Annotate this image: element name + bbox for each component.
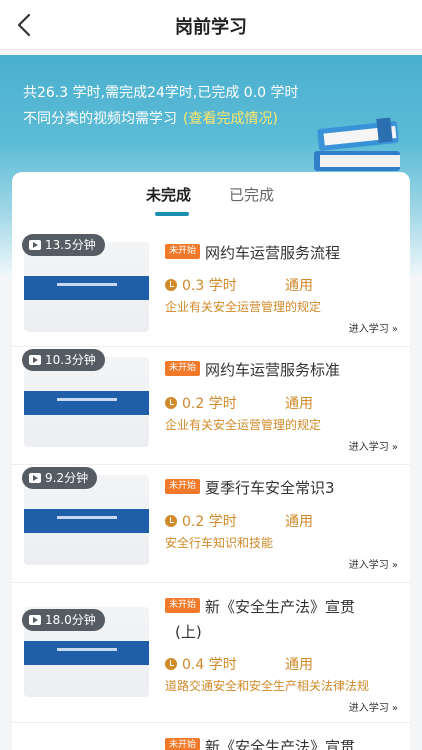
video-icon bbox=[29, 240, 41, 250]
course-description: 企业有关安全运营管理的规定 bbox=[165, 418, 322, 432]
course-item[interactable]: 18.0分钟 未开始 新《安全生产法》宣贯 (上) 0.4 学时 通用 道路交通… bbox=[12, 583, 410, 723]
navbar: 岗前学习 bbox=[0, 0, 422, 50]
enter-study-link[interactable]: 进入学习 » bbox=[349, 438, 398, 453]
duration-badge: 18.0分钟 bbox=[22, 609, 105, 631]
enter-study-link[interactable]: 进入学习 » bbox=[349, 556, 398, 571]
course-description: 道路交通安全和安全生产相关法律法规 bbox=[165, 679, 370, 693]
clock-icon bbox=[165, 658, 177, 670]
status-badge: 未开始 bbox=[165, 361, 201, 376]
view-completion-link[interactable]: (查看完成情况) bbox=[183, 111, 278, 127]
course-item[interactable]: 9.2分钟 未开始 夏季行车安全常识3 0.2 学时 通用 安全行车知识和技能 … bbox=[12, 465, 410, 583]
books-illustration-icon bbox=[314, 117, 400, 171]
course-hours: 0.2 学时 bbox=[165, 393, 237, 413]
tab-incomplete[interactable]: 未完成 bbox=[146, 184, 191, 205]
duration-badge: 13.5分钟 bbox=[22, 234, 105, 256]
course-hours: 0.2 学时 bbox=[165, 511, 237, 531]
course-category: 通用 bbox=[285, 657, 313, 673]
course-category: 通用 bbox=[285, 396, 313, 412]
course-category: 通用 bbox=[285, 514, 313, 530]
enter-study-link[interactable]: 进入学习 » bbox=[349, 320, 398, 335]
clock-icon bbox=[165, 397, 177, 409]
status-badge: 未开始 bbox=[165, 598, 201, 613]
status-tabs: 未完成 已完成 bbox=[12, 172, 410, 228]
course-hours: 0.4 学时 bbox=[165, 654, 237, 674]
clock-icon bbox=[165, 279, 177, 291]
course-hours: 0.3 学时 bbox=[165, 275, 237, 295]
page-title: 岗前学习 bbox=[175, 17, 247, 38]
status-badge: 未开始 bbox=[165, 479, 201, 494]
course-title-continued: (上) bbox=[175, 623, 202, 641]
course-title: 新《安全生产法》宣贯 bbox=[205, 738, 356, 750]
clock-icon bbox=[165, 515, 177, 527]
duration-badge: 9.2分钟 bbox=[22, 467, 98, 489]
course-item[interactable]: 10.3分钟 未开始 网约车运营服务标准 0.2 学时 通用 企业有关安全运营管… bbox=[12, 347, 410, 465]
tab-completed[interactable]: 已完成 bbox=[229, 184, 274, 205]
study-hours-summary: 共26.3 学时,需完成24学时,已完成 0.0 学时 bbox=[23, 85, 299, 101]
course-item[interactable]: 未开始 新《安全生产法》宣贯 bbox=[12, 723, 410, 750]
course-title: 网约车运营服务标准 bbox=[205, 361, 341, 379]
video-icon bbox=[29, 615, 41, 625]
duration-badge: 10.3分钟 bbox=[22, 349, 105, 371]
status-badge: 未开始 bbox=[165, 244, 201, 259]
active-tab-indicator bbox=[155, 212, 189, 216]
category-note: 不同分类的视频均需学习 bbox=[23, 111, 177, 127]
course-description: 企业有关安全运营管理的规定 bbox=[165, 300, 322, 314]
course-list-card: 未完成 已完成 13.5分钟 未开始 网约车运营服务流程 0.3 学时 通用 企… bbox=[12, 172, 410, 750]
enter-study-link[interactable]: 进入学习 » bbox=[349, 699, 398, 714]
course-description: 安全行车知识和技能 bbox=[165, 536, 274, 550]
category-note-row: 不同分类的视频均需学习 (查看完成情况) bbox=[23, 108, 278, 128]
course-item[interactable]: 13.5分钟 未开始 网约车运营服务流程 0.3 学时 通用 企业有关安全运营管… bbox=[12, 232, 410, 347]
course-title: 网约车运营服务流程 bbox=[205, 244, 341, 262]
status-badge: 未开始 bbox=[165, 738, 201, 750]
course-category: 通用 bbox=[285, 278, 313, 294]
page: 岗前学习 共26.3 学时,需完成24学时,已完成 0.0 学时 不同分类的视频… bbox=[0, 0, 422, 750]
video-icon bbox=[29, 355, 41, 365]
course-title: 新《安全生产法》宣贯 bbox=[205, 598, 356, 616]
course-title: 夏季行车安全常识3 bbox=[205, 479, 335, 497]
video-icon bbox=[29, 473, 41, 483]
